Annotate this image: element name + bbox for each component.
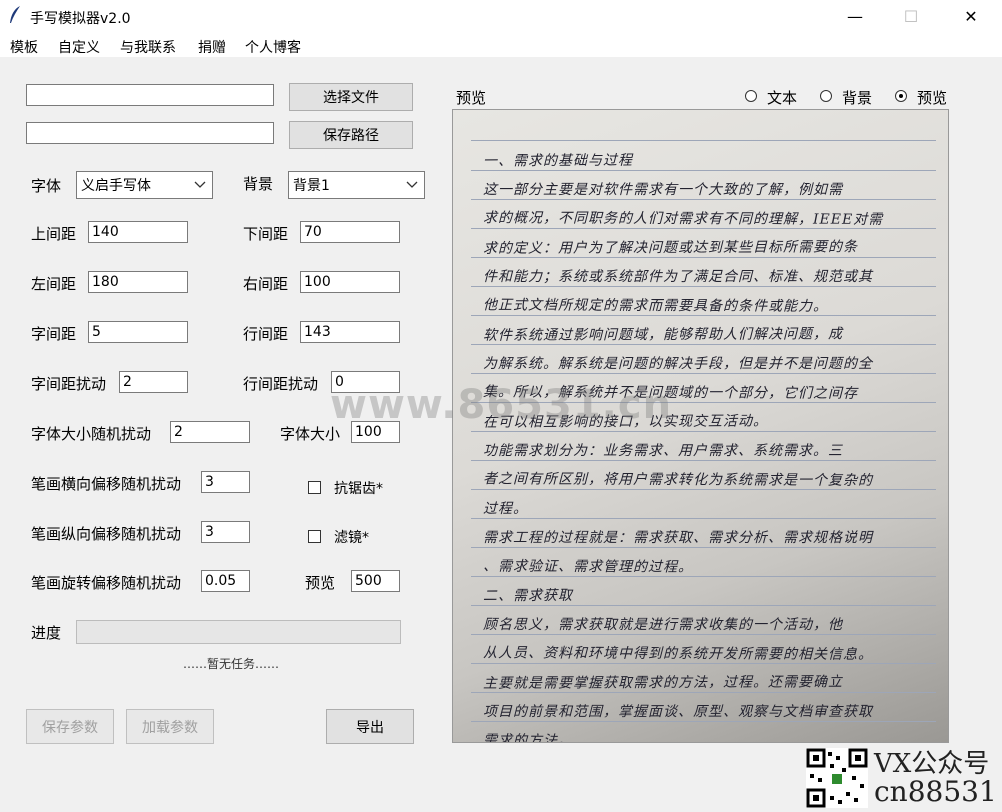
char-spacing-jitter-input[interactable]: 2 bbox=[119, 371, 188, 393]
stroke-v-jitter-label: 笔画纵向偏移随机扰动 bbox=[31, 525, 182, 543]
menu-customize[interactable]: 自定义 bbox=[58, 37, 100, 57]
font-label: 字体 bbox=[31, 177, 62, 195]
handwriting-line: 主要就是需要掌握获取需求的方法，过程。还需要确立 bbox=[482, 674, 844, 692]
handwriting-line: 从人员、资料和环境中得到的系统开发所需要的相关信息。 bbox=[482, 645, 874, 663]
qr-code-icon bbox=[806, 748, 868, 808]
chevron-down-icon bbox=[194, 181, 206, 188]
antialias-label: 抗锯齿* bbox=[334, 481, 383, 497]
handwriting-line: 他正式文档所规定的需求而需要具备的条件或能力。 bbox=[482, 297, 829, 315]
menu-blog[interactable]: 个人博客 bbox=[245, 37, 301, 57]
radio-background-label: 背景 bbox=[842, 89, 873, 107]
stroke-h-jitter-input[interactable]: 3 bbox=[201, 471, 250, 493]
line-spacing-input[interactable]: 143 bbox=[300, 321, 400, 343]
char-spacing-label: 字间距 bbox=[31, 325, 77, 343]
filter-checkbox[interactable] bbox=[308, 530, 321, 543]
load-params-button[interactable]: 加载参数 bbox=[126, 709, 214, 744]
background-label: 背景 bbox=[243, 175, 274, 193]
stroke-v-jitter-input[interactable]: 3 bbox=[201, 521, 250, 543]
right-margin-label: 右间距 bbox=[243, 275, 289, 293]
menu-template[interactable]: 模板 bbox=[10, 37, 38, 57]
ruled-line bbox=[471, 286, 936, 287]
watermark: www.86531.cn bbox=[330, 382, 673, 428]
window-title: 手写模拟器v2.0 bbox=[30, 11, 131, 27]
preview-size-label: 预览 bbox=[305, 574, 336, 592]
chevron-down-icon bbox=[406, 181, 418, 188]
progress-bar bbox=[76, 620, 401, 644]
antialias-checkbox[interactable] bbox=[308, 481, 321, 494]
bottom-margin-label: 下间距 bbox=[243, 225, 289, 243]
preview-size-input[interactable]: 500 bbox=[351, 570, 400, 592]
ruled-line bbox=[471, 634, 936, 635]
right-margin-input[interactable]: 100 bbox=[300, 271, 400, 293]
handwriting-line: 功能需求划分为：业务需求、用户需求、系统需求。三 bbox=[483, 443, 843, 459]
minimize-button[interactable]: — bbox=[832, 0, 878, 33]
export-button[interactable]: 导出 bbox=[326, 709, 414, 744]
handwriting-line: 这一部分主要是对软件需求有一个大致的了解，例如需 bbox=[483, 182, 843, 198]
left-margin-label: 左间距 bbox=[31, 275, 77, 293]
handwriting-line: 需求的方法。 bbox=[482, 732, 574, 743]
handwriting-line: 求的定义：用户为了解决问题或达到某些目标所需要的条 bbox=[482, 239, 859, 257]
top-margin-input[interactable]: 140 bbox=[88, 221, 188, 243]
font-size-jitter-label: 字体大小随机扰动 bbox=[31, 425, 152, 443]
menu-contact[interactable]: 与我联系 bbox=[120, 37, 176, 57]
progress-status: ……暂无任务…… bbox=[183, 657, 280, 671]
radio-text-label: 文本 bbox=[767, 89, 798, 107]
ruled-line bbox=[471, 721, 936, 722]
ruled-line bbox=[471, 373, 936, 374]
ruled-line bbox=[471, 547, 936, 548]
handwriting-line: 、需求验证、需求管理的过程。 bbox=[482, 558, 694, 576]
font-select[interactable]: 义启手写体 bbox=[76, 171, 213, 199]
handwriting-line: 软件系统通过影响问题域，能够帮助人们解决问题，成 bbox=[482, 326, 844, 344]
handwriting-line: 项目的前景和范围，掌握面谈、原型、观察与文档审查获取 bbox=[483, 704, 873, 720]
save-path-input[interactable] bbox=[26, 122, 274, 144]
vx-id: cn88531 bbox=[874, 775, 997, 808]
left-margin-input[interactable]: 180 bbox=[88, 271, 188, 293]
filter-label: 滤镜* bbox=[334, 530, 369, 546]
bottom-margin-input[interactable]: 70 bbox=[300, 221, 400, 243]
handwriting-line: 一、需求的基础与过程 bbox=[482, 152, 634, 170]
line-spacing-jitter-label: 行间距扰动 bbox=[243, 375, 319, 393]
top-margin-label: 上间距 bbox=[31, 225, 77, 243]
handwriting-line: 为解系统。解系统是问题的解决手段，但是并不是问题的全 bbox=[483, 356, 873, 372]
char-spacing-jitter-label: 字间距扰动 bbox=[31, 375, 107, 393]
ruled-line bbox=[471, 576, 936, 577]
background-select[interactable]: 背景1 bbox=[288, 171, 425, 199]
stroke-rot-jitter-input[interactable]: 0.05 bbox=[201, 570, 250, 592]
preview-panel-label: 预览 bbox=[456, 89, 487, 107]
font-select-value: 义启手写体 bbox=[81, 178, 151, 194]
line-spacing-label: 行间距 bbox=[243, 325, 289, 343]
background-select-value: 背景1 bbox=[293, 178, 330, 194]
radio-preview-label: 预览 bbox=[917, 89, 948, 107]
handwriting-line: 二、需求获取 bbox=[482, 587, 574, 605]
ruled-line bbox=[471, 518, 936, 519]
ruled-line bbox=[471, 140, 936, 141]
handwriting-line: 件和能力；系统或系统部件为了满足合同、标准、规范或其 bbox=[483, 269, 873, 285]
select-file-button[interactable]: 选择文件 bbox=[289, 83, 413, 111]
progress-label: 进度 bbox=[31, 624, 62, 642]
ruled-line bbox=[471, 605, 936, 606]
handwriting-line: 过程。 bbox=[482, 500, 529, 518]
menu-donate[interactable]: 捐赠 bbox=[198, 37, 226, 57]
radio-preview[interactable] bbox=[895, 90, 907, 102]
stroke-rot-jitter-label: 笔画旋转偏移随机扰动 bbox=[31, 574, 182, 592]
handwriting-line: 求的概况，不同职务的人们对需求有不同的理解，IEEE对需 bbox=[482, 210, 884, 228]
feather-app-icon bbox=[8, 5, 22, 29]
vx-label: VX公众号 bbox=[874, 749, 990, 779]
maximize-button[interactable]: ☐ bbox=[888, 0, 934, 33]
file-path-input[interactable] bbox=[26, 84, 274, 106]
radio-text[interactable] bbox=[745, 90, 757, 102]
handwriting-line: 顾名思义，需求获取就是进行需求收集的一个活动，他 bbox=[483, 617, 843, 633]
ruled-line bbox=[471, 460, 936, 461]
close-button[interactable]: ✕ bbox=[948, 0, 994, 33]
save-path-button[interactable]: 保存路径 bbox=[289, 121, 413, 149]
char-spacing-input[interactable]: 5 bbox=[88, 321, 188, 343]
stroke-h-jitter-label: 笔画横向偏移随机扰动 bbox=[31, 475, 182, 493]
handwriting-line: 需求工程的过程就是：需求获取、需求分析、需求规格说明 bbox=[483, 530, 873, 546]
radio-background[interactable] bbox=[820, 90, 832, 102]
font-size-jitter-input[interactable]: 2 bbox=[170, 421, 250, 443]
handwriting-line: 者之间有所区别，将用户需求转化为系统需求是一个复杂的 bbox=[482, 471, 874, 489]
save-params-button[interactable]: 保存参数 bbox=[26, 709, 114, 744]
ruled-line bbox=[471, 170, 936, 171]
ruled-line bbox=[471, 199, 936, 200]
